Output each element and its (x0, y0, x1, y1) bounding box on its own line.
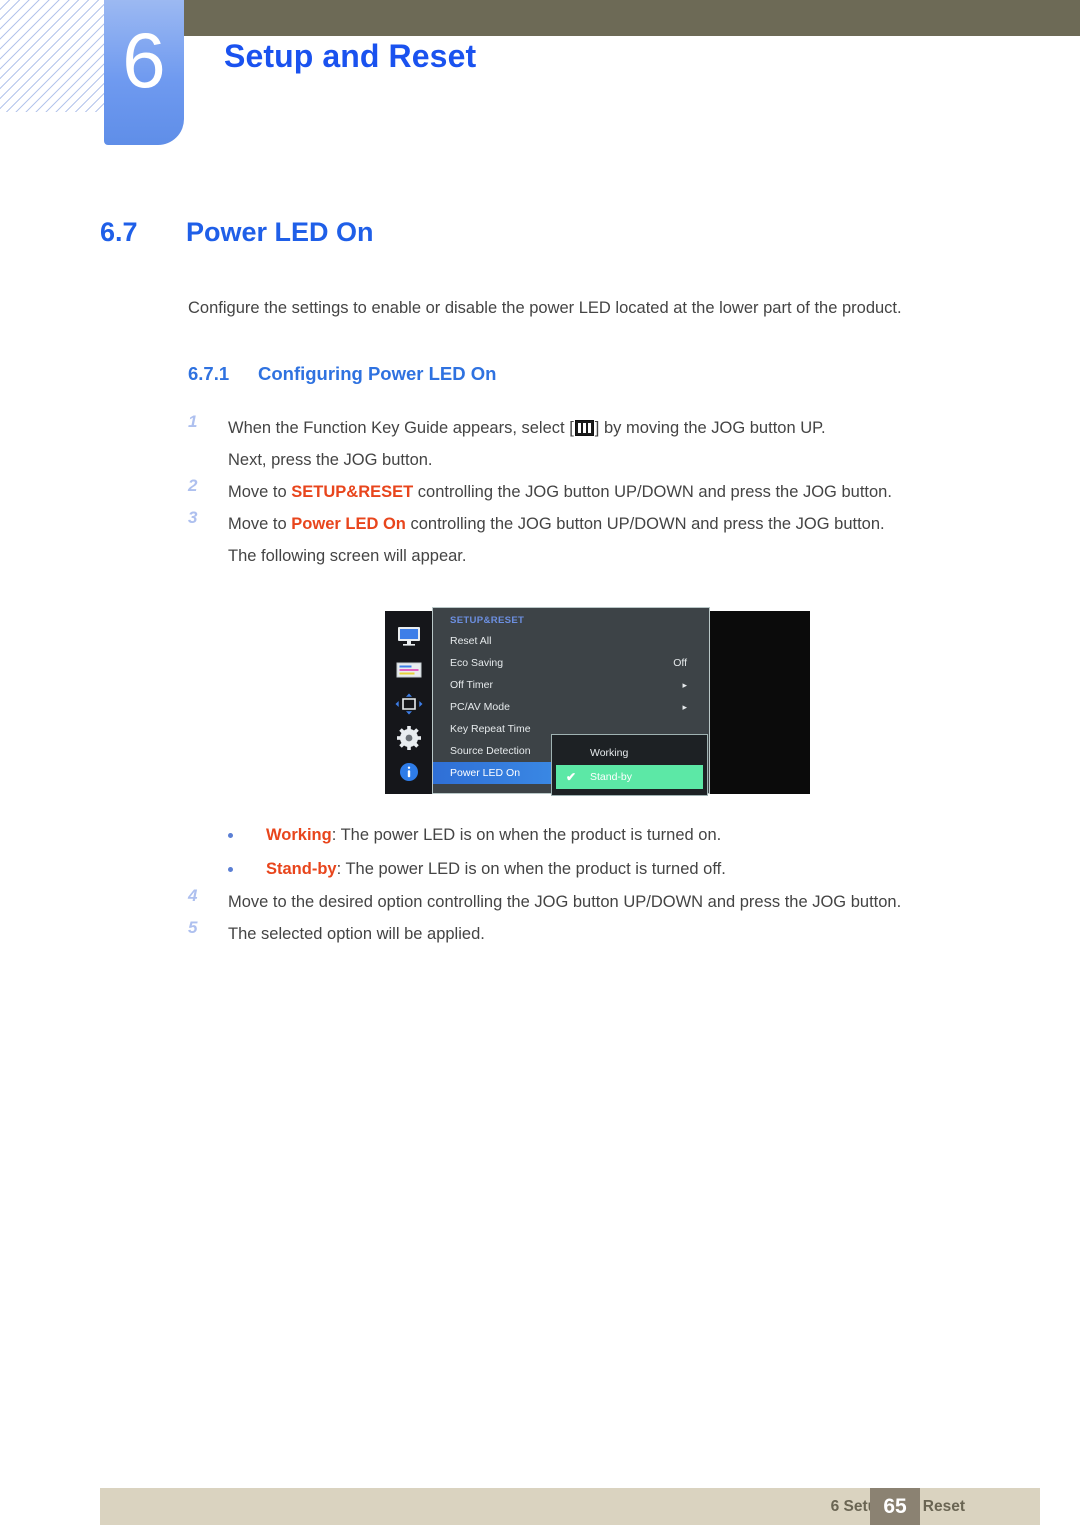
picture-settings-icon (394, 658, 424, 682)
page-title: Power LED On (186, 217, 374, 247)
osd-submenu-label: Stand-by (590, 771, 633, 783)
osd-screenshot-figure: SETUP&RESET Reset All Eco Saving Off Off… (385, 607, 810, 796)
bullet-term: Stand-by (266, 860, 337, 878)
step-text-post: ] by moving the JOG button UP. (594, 419, 826, 437)
step-text-pre: Move to (228, 483, 292, 501)
section-intro-text: Configure the settings to enable or disa… (188, 299, 902, 317)
osd-item-label: Eco Saving (450, 657, 504, 669)
osd-menu-icon (574, 420, 594, 436)
bullet-text: : The power LED is on when the product i… (336, 860, 726, 878)
option-description-list: Working: The power LED is on when the pr… (222, 818, 1022, 886)
osd-item-label: Key Repeat Time (450, 723, 531, 735)
bullet-text: : The power LED is on when the product i… (331, 826, 722, 844)
osd-menu-item-eco-saving[interactable]: Eco Saving Off (433, 652, 709, 674)
osd-menu-item-pc-av-mode[interactable]: PC/AV Mode ▸ (433, 696, 709, 718)
step-text-post: controlling the JOG button UP/DOWN and p… (405, 515, 885, 533)
instruction-steps-list: 1 When the Function Key Guide appears, s… (188, 412, 1018, 572)
step-text: When the Function Key Guide appears, sel… (228, 412, 1018, 476)
decorative-hatch-pattern (0, 0, 106, 112)
page-number: 65 (870, 1488, 920, 1525)
subsection-title: Configuring Power LED On (258, 363, 497, 384)
osd-item-value: Off (673, 657, 687, 669)
chapter-number: 6 (122, 16, 166, 104)
step-highlight-term: Power LED On (291, 515, 406, 533)
step-text-post: controlling the JOG button UP/DOWN and p… (413, 483, 892, 501)
osd-menu-heading: SETUP&RESET (450, 615, 525, 626)
step-text-line2: The following screen will appear. (228, 547, 467, 565)
step-number: 3 (188, 508, 198, 527)
osd-menu-item-off-timer[interactable]: Off Timer ▸ (433, 674, 709, 696)
step-text: Move to the desired option controlling t… (228, 893, 902, 911)
monitor-icon (394, 624, 424, 648)
gear-icon (394, 726, 424, 750)
info-icon (394, 760, 424, 784)
step-number: 2 (188, 476, 198, 495)
osd-submenu-option-working[interactable]: Working (552, 741, 707, 765)
step-item-5: 5 The selected option will be applied. (188, 918, 1018, 950)
step-text: Move to SETUP&RESET controlling the JOG … (228, 476, 1018, 508)
step-number: 5 (188, 918, 198, 937)
osd-submenu-power-led-on: Working ✔ Stand-by (551, 734, 708, 796)
chevron-right-icon: ▸ (682, 680, 687, 690)
step-text: The selected option will be applied. (228, 925, 485, 943)
step-number: 4 (188, 886, 198, 905)
osd-submenu-label: Working (590, 747, 629, 759)
osd-item-label: Power LED On (450, 767, 521, 779)
step-text-pre: Move to (228, 515, 292, 533)
subsection-number: 6.7.1 (188, 363, 230, 384)
step-text-line2: Next, press the JOG button. (228, 451, 433, 469)
osd-item-label: Off Timer (450, 679, 493, 691)
header-olive-bar (183, 0, 1080, 36)
screen-adjust-icon (394, 692, 424, 716)
chevron-right-icon: ▸ (682, 702, 687, 712)
step-item-3: 3 Move to Power LED On controlling the J… (188, 508, 1018, 572)
step-item-2: 2 Move to SETUP&RESET controlling the JO… (188, 476, 1018, 508)
chapter-title: Setup and Reset (224, 38, 477, 74)
step-highlight-term: SETUP&RESET (291, 483, 414, 501)
step-text: Move to Power LED On controlling the JOG… (228, 508, 1018, 572)
step-text-pre: When the Function Key Guide appears, sel… (228, 419, 574, 437)
osd-item-label: Reset All (450, 635, 492, 647)
osd-item-label: PC/AV Mode (450, 701, 510, 713)
section-number: 6.7 (100, 217, 138, 247)
step-item-4: 4 Move to the desired option controlling… (188, 886, 1018, 918)
step-item-1: 1 When the Function Key Guide appears, s… (188, 412, 1018, 476)
list-item: Working: The power LED is on when the pr… (222, 818, 1022, 852)
osd-icon-rail (385, 611, 433, 794)
osd-submenu-option-stand-by[interactable]: ✔ Stand-by (556, 765, 703, 789)
osd-menu-item-reset-all[interactable]: Reset All (433, 630, 709, 652)
osd-item-label: Source Detection (450, 745, 531, 757)
list-item: Stand-by: The power LED is on when the p… (222, 852, 1022, 886)
check-icon: ✔ (566, 770, 577, 784)
step-number: 1 (188, 412, 198, 431)
bullet-term: Working (266, 826, 332, 844)
instruction-steps-list-continued: 4 Move to the desired option controlling… (188, 886, 1018, 950)
